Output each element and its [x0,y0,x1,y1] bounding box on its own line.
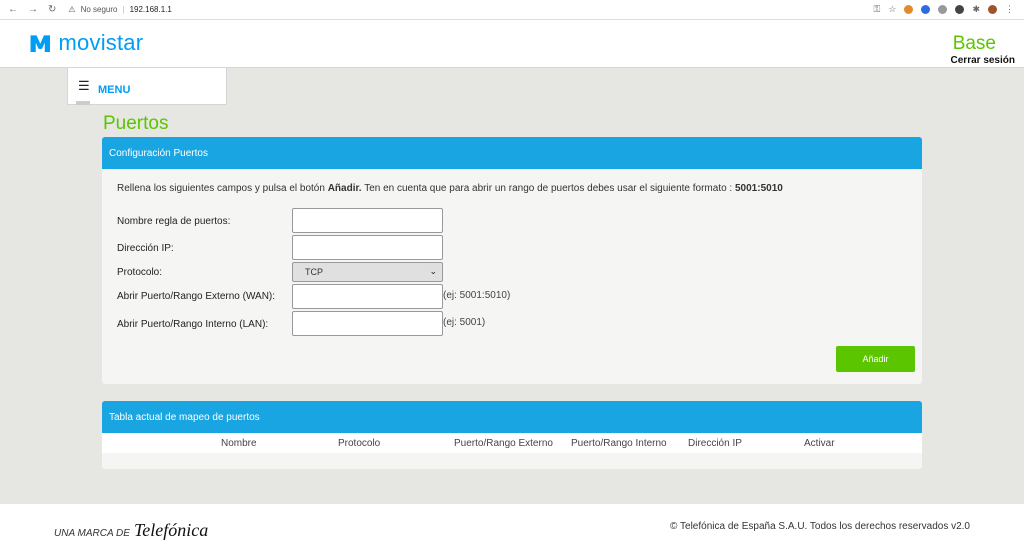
lan-hint: (ej: 5001) [443,317,486,328]
brand-prefix: UNA MARCA DE [54,528,130,539]
config-panel: Configuración Puertos Rellena los siguie… [102,137,922,384]
menu-tab[interactable]: ☰ MENU [67,68,227,105]
add-button[interactable]: Añadir [836,346,915,372]
profile-name: Base [952,33,996,54]
instructions-text: Ten en cuenta que para abrir un rango de… [361,183,735,194]
port-table-panel: Tabla actual de mapeo de puertos Nombre … [102,401,922,469]
lan-port-input[interactable] [292,311,443,336]
reload-icon[interactable]: ↻ [48,4,56,15]
column-header: Activar [804,438,835,449]
address-bar[interactable]: ⚠ No seguro | 192.168.1.1 [68,5,171,14]
copyright: © Telefónica de España S.A.U. Todos los … [670,521,970,532]
chevron-down-icon: ⌄ [429,266,437,276]
star-icon[interactable]: ☆ [888,4,896,15]
wan-port-input[interactable] [292,284,443,309]
config-panel-heading: Configuración Puertos [102,137,922,169]
movistar-m-icon: ᴍ [28,25,53,60]
logout-link[interactable]: Cerrar sesión [951,55,1015,66]
wan-hint: (ej: 5001:5010) [443,290,511,301]
site-footer: UNA MARCA DE Telefónica © Telefónica de E… [0,504,1024,544]
extension-icon[interactable] [955,5,965,14]
column-header: Puerto/Rango Externo [454,438,553,449]
ip-input[interactable] [292,235,443,260]
protocol-label: Protocolo: [117,267,163,278]
avatar[interactable] [988,5,997,14]
brand-name: movistar [58,30,144,55]
security-label: No seguro [80,5,118,14]
warning-icon: ⚠ [68,5,76,14]
instructions: Rellena los siguientes campos y pulsa el… [117,183,783,194]
back-icon[interactable]: ← [8,4,18,15]
address-text[interactable]: 192.168.1.1 [130,5,172,14]
telefonica-logo: Telefónica [133,520,209,540]
column-header: Puerto/Rango Interno [571,438,667,449]
hamburger-icon[interactable]: ☰ [78,78,90,94]
lan-label: Abrir Puerto/Rango Interno (LAN): [117,319,269,330]
address-separator: | [122,5,125,14]
telefonica-brand: UNA MARCA DE Telefónica [54,520,208,541]
protocol-value: TCP [305,267,323,277]
rule-name-label: Nombre regla de puertos: [117,216,231,227]
format-example: 5001:5010 [735,183,783,194]
page-title: Puertos [103,113,169,134]
rule-name-input[interactable] [292,208,443,233]
extension-icon[interactable] [904,5,914,14]
key-icon[interactable]: ⚿ [874,4,881,15]
instructions-text: Rellena los siguientes campos y pulsa el… [117,183,328,194]
table-header: Nombre Protocolo Puerto/Rango Externo Pu… [102,433,922,453]
brand-logo[interactable]: ᴍ movistar [28,25,144,60]
more-icon[interactable]: ⋮ [1005,4,1014,15]
wan-label: Abrir Puerto/Rango Externo (WAN): [117,291,276,302]
puzzle-icon[interactable]: ✱ [972,4,980,15]
scrollbar[interactable] [76,101,90,105]
site-header: ᴍ movistar Base Cerrar sesión [0,20,1024,68]
column-header: Nombre [221,438,257,449]
forward-icon[interactable]: → [28,4,38,15]
column-header: Dirección IP [688,438,742,449]
instructions-bold: Añadir. [327,183,362,194]
browser-toolbar: ← → ↻ ⚠ No seguro | 192.168.1.1 ⚿ ☆ ✱ ⋮ [0,0,1024,20]
ip-label: Dirección IP: [117,243,174,254]
protocol-select[interactable]: TCP ⌄ [292,262,443,282]
port-table-heading: Tabla actual de mapeo de puertos [102,401,922,433]
extension-icon[interactable] [938,5,948,14]
column-header: Protocolo [338,438,381,449]
menu-label[interactable]: MENU [98,84,130,96]
extension-icon[interactable] [921,5,931,14]
